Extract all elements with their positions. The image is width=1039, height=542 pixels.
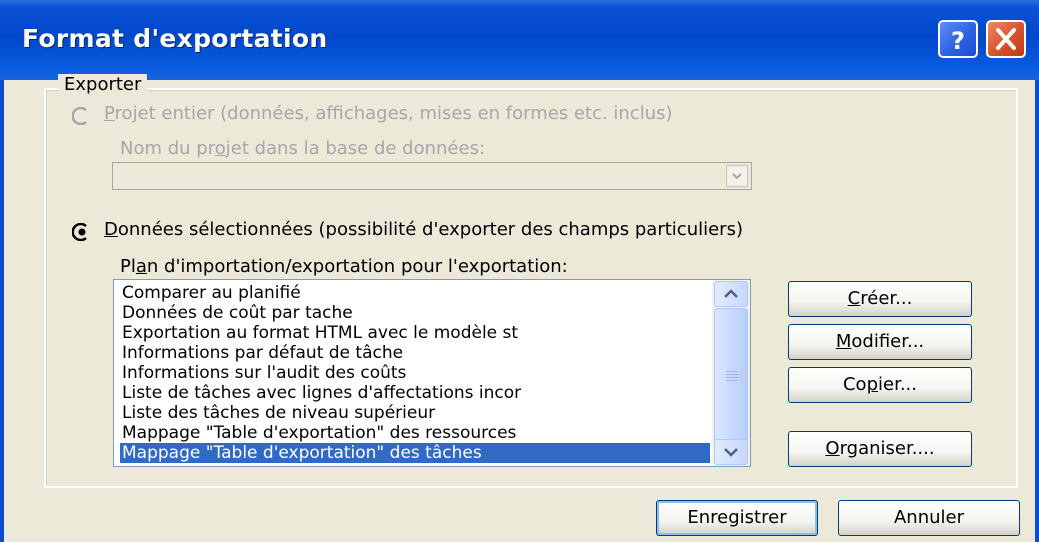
radio-full-project[interactable] (72, 107, 90, 125)
organize-button[interactable]: Organiser.... (788, 431, 972, 467)
radio-selected-data[interactable] (72, 223, 90, 241)
close-x-icon (996, 28, 1016, 50)
window-frame-left (0, 80, 4, 542)
list-item[interactable]: Informations par défaut de tâche (120, 343, 710, 363)
modify-button[interactable]: Modifier... (788, 324, 972, 360)
chevron-down-icon (732, 173, 742, 180)
export-group-label: Exporter (58, 74, 148, 95)
scroll-thumb[interactable] (714, 308, 748, 442)
list-item[interactable]: Exportation au format HTML avec le modèl… (120, 323, 710, 343)
help-button[interactable]: ? (938, 20, 978, 58)
window-title: Format d'exportation (22, 24, 328, 53)
window-frame-right (1035, 80, 1039, 542)
cancel-button[interactable]: Annuler (838, 500, 1020, 536)
list-item[interactable]: Données de coût par tache (120, 303, 710, 323)
chevron-up-icon (724, 289, 738, 298)
list-item[interactable]: Liste de tâches avec lignes d'affectatio… (120, 383, 710, 403)
list-vertical-scrollbar[interactable] (712, 280, 750, 466)
question-mark-icon: ? (951, 27, 965, 55)
list-item[interactable]: Mappage "Table d'exportation" des ressou… (120, 423, 710, 443)
copy-button[interactable]: Copier... (788, 367, 972, 403)
project-name-combobox[interactable] (112, 162, 752, 190)
list-item-selected[interactable]: Mappage "Table d'exportation" des tâches (120, 443, 710, 463)
thumb-grip-line (726, 374, 738, 375)
map-list-label: Plan d'importation/exportation pour l'ex… (120, 256, 568, 277)
list-item[interactable]: Liste des tâches de niveau supérieur (120, 403, 710, 423)
save-button[interactable]: Enregistrer (656, 500, 818, 536)
create-button[interactable]: Créer... (788, 281, 972, 317)
thumb-grip-line (726, 371, 738, 372)
thumb-grip-line (726, 377, 738, 378)
svg-text:?: ? (951, 27, 965, 55)
combo-dropdown-button[interactable] (726, 165, 748, 187)
list-item[interactable]: Comparer au planifié (120, 283, 710, 303)
radio-selected-data-label[interactable]: Données sélectionnées (possibilité d'exp… (104, 219, 743, 240)
close-button[interactable] (986, 20, 1026, 58)
list-item[interactable]: Informations sur l'audit des coûts (120, 363, 710, 383)
title-bar[interactable]: Format d'exportation ? (0, 0, 1039, 80)
thumb-grip-line (726, 380, 738, 381)
scroll-down-button[interactable] (714, 439, 748, 465)
scroll-up-button[interactable] (714, 281, 748, 307)
map-listbox[interactable]: Comparer au planifié Données de coût par… (113, 279, 751, 467)
chevron-down-icon (724, 448, 738, 457)
radio-full-project-label[interactable]: Projet entier (données, affichages, mise… (104, 103, 673, 124)
project-name-label: Nom du projet dans la base de données: (120, 138, 486, 159)
